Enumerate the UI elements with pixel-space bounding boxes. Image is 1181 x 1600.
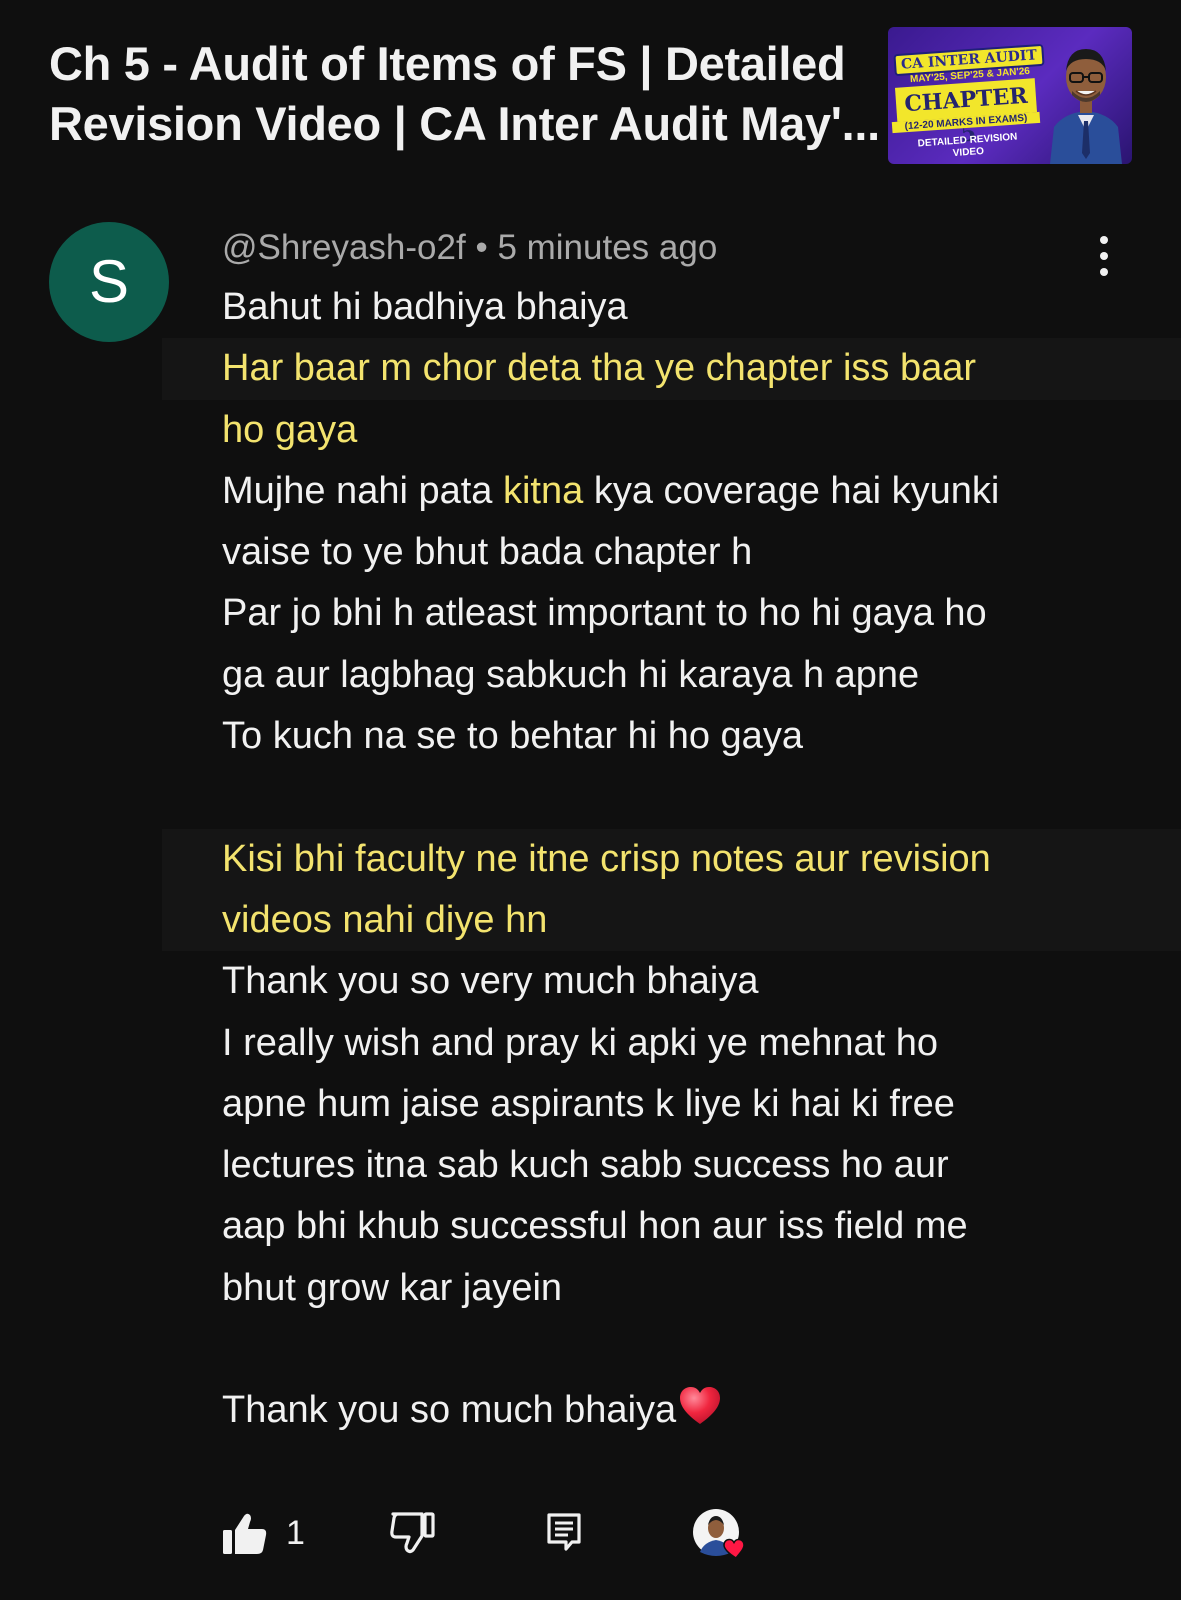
more-vert-icon: [1092, 236, 1116, 276]
comment-line: Thank you so very much bhaiya: [222, 960, 759, 1003]
highlighted-text: ho gaya: [222, 408, 358, 451]
video-title[interactable]: Ch 5 - Audit of Items of FS | Detailed R…: [49, 34, 889, 154]
comment-line: Thank you so much bhaiya: [222, 1380, 1142, 1441]
comment-line: Bahut hi badhiya bhaiya: [222, 286, 628, 328]
comment-text: Bahut hi badhiya bhaiya Har baar m chor …: [162, 277, 1181, 1442]
comment-text-span: Mujhe nahi pata: [222, 469, 503, 512]
comment-line: ga aur lagbhag sabkuch hi karaya h apne: [222, 653, 920, 696]
comment-line: Mujhe nahi pata kitna kya coverage hai k…: [222, 461, 1142, 522]
thumbs-down-icon: [390, 1512, 435, 1554]
comment-line-highlighted: Har baar m chor deta tha ye chapter iss …: [162, 338, 1181, 400]
reply-icon: [547, 1513, 581, 1551]
video-title-line-2: Revision Video | CA Inter Audit May'...: [49, 97, 880, 150]
comment-line-highlighted: videos nahi diye hn: [162, 889, 1181, 952]
comment-line-highlighted: Kisi bhi faculty ne itne crisp notes aur…: [162, 828, 1181, 890]
like-button[interactable]: 1: [222, 1508, 332, 1560]
comment-time: 5 minutes ago: [497, 228, 718, 267]
thumbnail-detail: DETAILED REVISION VIDEO: [917, 131, 1018, 160]
comment-line: vaise to ye bhut bada chapter h: [222, 531, 753, 574]
video-header[interactable]: Ch 5 - Audit of Items of FS | Detailed R…: [0, 0, 1181, 190]
reply-button[interactable]: [546, 1508, 586, 1560]
comment-meta: @Shreyash-o2f • 5 minutes ago: [222, 226, 717, 270]
comment-line-highlighted: ho gaya: [222, 400, 1142, 461]
highlighted-text: Har baar m chor deta tha ye chapter iss …: [222, 347, 977, 390]
video-thumbnail[interactable]: CA INTER AUDIT MAY'25, SEP'25 & JAN'26 C…: [888, 27, 1132, 164]
presenter-photo: [1050, 49, 1122, 164]
comment-line: To kuch na se to behtar hi ho gaya: [222, 715, 803, 758]
comment-line: Par jo bhi h atleast important to ho hi …: [222, 592, 987, 635]
creator-heart-avatar: [693, 1509, 745, 1559]
commenter-avatar[interactable]: S: [49, 222, 169, 342]
comment-line: aap bhi khub successful hon aur iss fiel…: [222, 1205, 968, 1248]
comment-line: lectures itna sab kuch sabb success ho a…: [222, 1144, 949, 1187]
comment-blank-line: [222, 1319, 1142, 1380]
like-count: 1: [286, 1514, 305, 1552]
meta-separator: •: [475, 228, 488, 267]
video-title-line-1: Ch 5 - Audit of Items of FS | Detailed: [49, 37, 846, 90]
avatar-letter: S: [88, 248, 130, 315]
dislike-button[interactable]: [390, 1508, 440, 1560]
comment-actions: 1: [222, 1508, 822, 1560]
highlighted-text: videos nahi diye hn: [222, 898, 548, 941]
heart-emoji: [680, 1387, 721, 1425]
comment-line: apne hum jaise aspirants k liye ki hai k…: [222, 1082, 955, 1125]
comment-text-span: kya coverage hai kyunki: [583, 469, 1000, 512]
highlighted-text: kitna: [502, 469, 584, 512]
comment-line: bhut grow kar jayein: [222, 1266, 563, 1309]
highlighted-text: Kisi bhi faculty ne itne crisp notes aur…: [222, 837, 991, 880]
comment-text-span: Thank you so much bhaiya: [222, 1389, 677, 1432]
comment-author[interactable]: @Shreyash-o2f: [222, 228, 466, 267]
comment-blank-line: [222, 767, 1142, 828]
thumbs-up-icon: [223, 1513, 267, 1554]
comment-line: I really wish and pray ki apki ye mehnat…: [222, 1021, 939, 1064]
